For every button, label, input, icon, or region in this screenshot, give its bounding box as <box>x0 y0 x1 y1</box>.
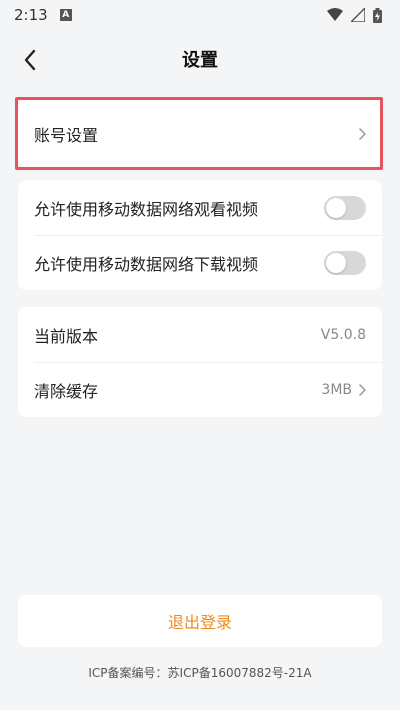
logout-button[interactable]: 退出登录 <box>18 595 382 647</box>
mobile-data-download-label: 允许使用移动数据网络下载视频 <box>34 254 259 274</box>
status-bar: 2:13 A <box>0 0 400 30</box>
account-card: 账号设置 <box>18 100 382 167</box>
clear-cache-row[interactable]: 清除缓存 3MB <box>18 362 382 417</box>
toggle-knob <box>326 252 346 273</box>
chevron-right-icon <box>359 383 366 396</box>
toggle-knob <box>326 197 346 218</box>
account-settings-right <box>358 127 366 140</box>
notification-icon: A <box>59 9 72 21</box>
current-version-label: 当前版本 <box>34 326 99 346</box>
icp-footer: ICP备案编号：苏ICP备16007882号-21A <box>88 666 312 680</box>
chevron-left-icon <box>24 49 36 71</box>
back-button[interactable] <box>14 44 46 76</box>
chevron-right-icon <box>359 127 366 140</box>
mobile-data-download-toggle[interactable] <box>324 250 366 275</box>
header: 设置 <box>0 30 400 88</box>
list-item: 允许使用移动数据网络观看视频 <box>18 180 382 235</box>
list-item: 允许使用移动数据网络下载视频 <box>18 235 382 290</box>
clear-cache-right: 3MB <box>321 382 366 398</box>
network-card: 允许使用移动数据网络观看视频 允许使用移动数据网络下载视频 <box>18 180 382 290</box>
status-right <box>327 7 382 23</box>
clear-cache-label: 清除缓存 <box>34 381 99 401</box>
mobile-data-watch-label: 允许使用移动数据网络观看视频 <box>34 199 259 219</box>
status-time: 2:13 <box>14 6 48 24</box>
current-version-row: 当前版本 V5.0.8 <box>18 307 382 362</box>
account-settings-label: 账号设置 <box>34 125 99 145</box>
signal-icon <box>351 8 365 22</box>
about-card: 当前版本 V5.0.8 清除缓存 3MB <box>18 307 382 417</box>
current-version-value: V5.0.8 <box>320 326 366 343</box>
mobile-data-watch-toggle[interactable] <box>324 195 366 220</box>
status-left: 2:13 A <box>14 6 72 24</box>
account-settings-row[interactable]: 账号设置 <box>18 100 382 167</box>
page-title: 设置 <box>182 50 218 71</box>
cache-size-value: 3MB <box>321 381 352 398</box>
wifi-icon <box>327 8 343 21</box>
battery-charging-icon <box>373 7 382 23</box>
